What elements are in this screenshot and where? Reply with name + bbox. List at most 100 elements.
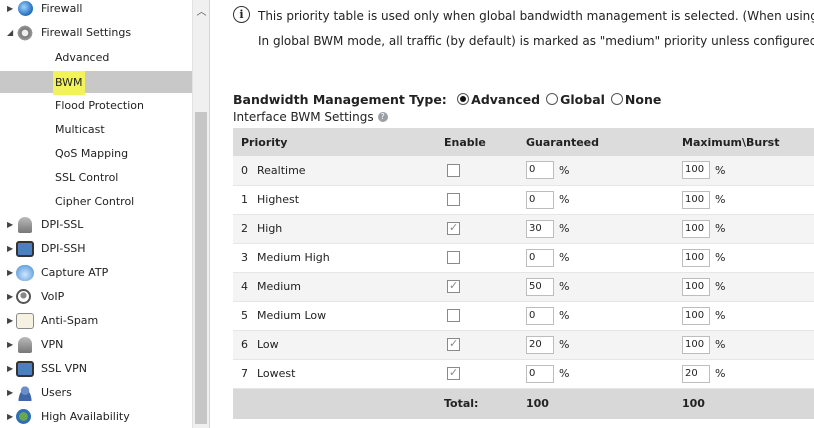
bwm-type-radio-advanced[interactable]: [457, 93, 470, 105]
enable-checkbox[interactable]: [447, 279, 460, 294]
expand-triangle-right-icon[interactable]: ▶: [7, 286, 13, 308]
total-guaranteed: 100: [526, 388, 682, 419]
maximum-cell: 100%: [682, 330, 814, 359]
maximum-cell: 100%: [682, 272, 814, 301]
guaranteed-input[interactable]: 0: [526, 306, 554, 325]
enable-checkbox[interactable]: [447, 337, 460, 352]
interface-bwm-settings-label: Interface BWM Settings: [233, 110, 374, 124]
maximum-burst-input[interactable]: 100: [682, 248, 710, 267]
expand-triangle-right-icon[interactable]: ▶: [7, 238, 13, 260]
priority-name: Realtime: [257, 163, 306, 177]
maximum-cell: 20%: [682, 359, 814, 388]
sidebar-item-label: High Availability: [41, 410, 130, 423]
sidebar-item-capture-atp[interactable]: ▶ Capture ATP: [0, 262, 192, 284]
screen-icon: [16, 241, 34, 257]
percent-unit: %: [715, 163, 726, 177]
priority-cell: 0 Realtime: [233, 156, 444, 185]
help-icon[interactable]: ?: [377, 112, 388, 122]
guaranteed-input[interactable]: 20: [526, 335, 554, 354]
bwm-type-radio-none[interactable]: [610, 93, 623, 105]
sidebar-item-qos-mapping[interactable]: QoS Mapping: [0, 143, 192, 165]
scroll-up-arrow-icon[interactable]: ︿: [193, 6, 209, 20]
expand-triangle-right-icon[interactable]: ▶: [7, 310, 13, 332]
enable-checkbox[interactable]: [447, 164, 460, 177]
sidebar-item-voip[interactable]: ▶ VoIP: [0, 286, 192, 308]
sidebar-scrollbar[interactable]: ︿: [192, 0, 209, 428]
enable-checkbox[interactable]: [447, 309, 460, 323]
table-row: 3 Medium High 0% 100%: [233, 243, 814, 272]
maximum-burst-input[interactable]: 100: [682, 219, 710, 238]
column-header-priority: Priority: [233, 128, 444, 156]
enable-cell: [444, 359, 526, 388]
enable-cell: [444, 156, 526, 185]
guaranteed-input[interactable]: 0: [526, 248, 554, 267]
enable-checkbox[interactable]: [447, 366, 460, 381]
priority-cell: 6 Low: [233, 330, 444, 359]
enable-checkbox[interactable]: [447, 221, 460, 236]
guaranteed-cell: 30%: [526, 214, 682, 243]
maximum-burst-input[interactable]: 100: [682, 190, 710, 209]
guaranteed-input[interactable]: 0: [526, 190, 554, 209]
sidebar-item-advanced[interactable]: Advanced: [0, 47, 192, 69]
sidebar-item-flood-protection[interactable]: Flood Protection: [0, 95, 192, 117]
enable-checkbox[interactable]: [447, 193, 460, 207]
guaranteed-input[interactable]: 0: [526, 364, 554, 383]
maximum-burst-input[interactable]: 100: [682, 306, 710, 325]
guaranteed-input[interactable]: 0: [526, 161, 554, 180]
expand-triangle-right-icon[interactable]: ▶: [7, 406, 13, 428]
table-row: 2High 30%100%: [233, 214, 814, 243]
guaranteed-input[interactable]: 30: [526, 219, 554, 238]
bwm-type-radio-global[interactable]: [546, 93, 559, 105]
scrollbar-thumb[interactable]: [195, 112, 207, 424]
sidebar-item-label: SSL Control: [55, 171, 119, 184]
sidebar-item-dpi-ssh[interactable]: ▶ DPI-SSH: [0, 238, 192, 260]
expand-triangle-right-icon[interactable]: ▶: [7, 0, 13, 20]
sidebar-item-bwm[interactable]: BWM: [0, 71, 192, 95]
sidebar-item-users[interactable]: ▶ Users: [0, 382, 192, 404]
sidebar-item-ssl-control[interactable]: SSL Control: [0, 167, 192, 189]
headset-icon: [16, 289, 31, 304]
sidebar-item-firewall-settings[interactable]: ◢ Firewall Settings: [0, 22, 192, 44]
enable-checkbox[interactable]: [447, 251, 460, 265]
sidebar-item-anti-spam[interactable]: ▶ Anti-Spam: [0, 310, 192, 332]
maximum-burst-input[interactable]: 100: [682, 335, 710, 354]
firewall-globe-icon: [18, 1, 33, 16]
info-text-line-2: In global BWM mode, all traffic (by defa…: [258, 34, 814, 48]
table-row: 5 Medium Low 0% 100%: [233, 301, 814, 330]
cloud-icon: [16, 265, 34, 281]
total-maximum: 100: [682, 388, 814, 419]
percent-unit: %: [715, 251, 726, 264]
bwm-type-option-label-none[interactable]: None: [625, 92, 661, 107]
expand-triangle-right-icon[interactable]: ▶: [7, 262, 13, 284]
bwm-type-option-label-advanced[interactable]: Advanced: [471, 92, 540, 107]
users-icon: [16, 385, 34, 401]
expand-triangle-right-icon[interactable]: ▶: [7, 214, 13, 236]
guaranteed-cell: 20%: [526, 330, 682, 359]
bwm-type-option-label-global[interactable]: Global: [560, 92, 605, 107]
total-spacer: [233, 388, 444, 419]
priority-cell: 2 High: [233, 214, 444, 243]
expand-triangle-right-icon[interactable]: ▶: [7, 382, 13, 404]
guaranteed-input[interactable]: 50: [526, 277, 554, 296]
sidebar-item-multicast[interactable]: Multicast: [0, 119, 192, 141]
sidebar-item-vpn[interactable]: ▶ VPN: [0, 334, 192, 356]
expand-triangle-right-icon[interactable]: ▶: [7, 358, 13, 380]
sidebar-item-cipher-control[interactable]: Cipher Control: [0, 191, 192, 213]
sidebar-item-high-availability[interactable]: ▶ High Availability: [0, 406, 192, 428]
sidebar-item-ssl-vpn[interactable]: ▶ SSL VPN: [0, 358, 192, 380]
priority-name: Medium High: [257, 251, 330, 264]
maximum-burst-input[interactable]: 100: [682, 161, 710, 180]
sidebar-item-dpi-ssl[interactable]: ▶ DPI-SSL: [0, 214, 192, 236]
sidebar-item-firewall[interactable]: ▶ Firewall: [0, 0, 192, 20]
sidebar-item-label: Cipher Control: [55, 195, 135, 208]
percent-unit: %: [715, 222, 726, 235]
expand-triangle-down-icon[interactable]: ◢: [7, 22, 13, 44]
table-row: 0 Realtime 0% 100%: [233, 156, 814, 185]
priority-number: 7: [241, 367, 248, 380]
mail-icon: [16, 313, 34, 329]
maximum-burst-input[interactable]: 100: [682, 277, 710, 296]
maximum-burst-input[interactable]: 20: [682, 364, 710, 383]
expand-triangle-right-icon[interactable]: ▶: [7, 334, 13, 356]
table-total-row: Total: 100 100: [233, 388, 814, 419]
lock-icon: [18, 217, 32, 233]
